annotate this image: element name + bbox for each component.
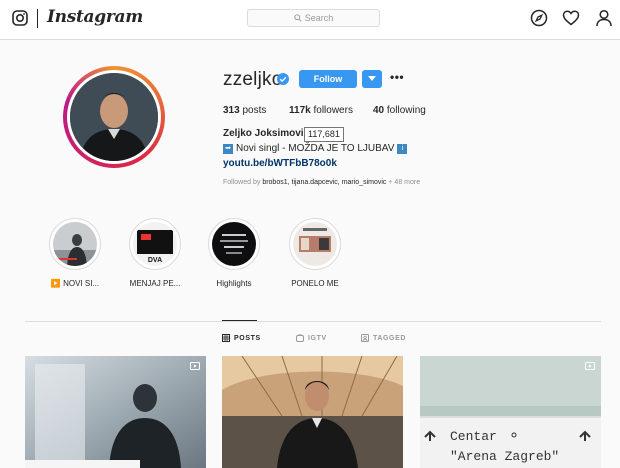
video-badge-icon (190, 362, 200, 370)
posts-count: 313 (223, 105, 240, 116)
post-thumbnail[interactable]: Centar "Arena Zagreb" (420, 356, 601, 468)
highlight-cover-image (212, 222, 256, 266)
tabs-divider (25, 321, 601, 322)
highlight-label: MENJAJ PE... (129, 279, 181, 288)
tab-igtv[interactable]: IGTV (296, 334, 327, 342)
following-label: following (386, 105, 426, 116)
bio-link[interactable]: youtu.be/bWTFbB78o0k (223, 158, 337, 169)
profile-full-name: Zeljko Joksimovic (223, 128, 310, 139)
tab-posts[interactable]: POSTS (222, 334, 261, 342)
logo-divider (37, 9, 38, 28)
search-placeholder: Search (304, 13, 334, 23)
profile-bio: ➡ Novi singl - MOŽDA JE TO LJUBAV i (223, 143, 410, 154)
search-input[interactable]: Search (247, 9, 380, 27)
active-tab-indicator (222, 320, 257, 321)
followed-by-line[interactable]: Followed by brobos1, tijana.dapcevic, ma… (223, 179, 420, 186)
search-icon (294, 14, 302, 22)
post-image (25, 356, 206, 468)
verified-badge-icon (277, 73, 289, 85)
suggested-accounts-dropdown-button[interactable] (362, 70, 382, 88)
followers-count: 117k (289, 105, 311, 116)
story-highlight[interactable]: PONELO ME (280, 218, 350, 288)
followers-exact-count-tooltip: 117,681 (304, 127, 344, 142)
tab-tagged-label: TAGGED (373, 334, 407, 342)
highlight-label: ▶️ NOVI SI... (50, 279, 100, 288)
profile-username: zzeljko (223, 69, 283, 90)
instagram-glyph-icon[interactable] (12, 10, 28, 26)
highlight-label: Highlights (216, 279, 252, 288)
more-options-icon[interactable]: ••• (390, 71, 404, 86)
story-highlight[interactable]: Highlights (199, 218, 269, 288)
posts-stat: 313 posts (223, 105, 266, 116)
arrow-right-emoji-icon: ➡ (223, 143, 233, 154)
highlight-cover-image: DVA (133, 222, 177, 266)
caret-down-icon (368, 76, 376, 81)
posts-label: posts (242, 105, 267, 116)
top-navigation-bar: Instagram Search (0, 0, 620, 40)
following-stat[interactable]: 40 following (373, 105, 426, 116)
follow-button[interactable]: Follow (299, 70, 357, 88)
followed-by-names: brobos1, tijana.dapcevic, mario_simovic (262, 179, 387, 186)
tab-tagged[interactable]: TAGGED (361, 334, 406, 342)
tab-posts-label: POSTS (234, 334, 261, 342)
avatar-photo (70, 73, 158, 161)
following-count: 40 (373, 105, 385, 116)
video-badge-icon (585, 362, 595, 370)
info-emoji-icon: i (397, 143, 408, 154)
highlight-cover-image (293, 222, 337, 266)
profile-avatar[interactable] (63, 66, 165, 168)
followed-by-prefix: Followed by (223, 179, 261, 186)
igtv-icon (296, 334, 304, 342)
post-image (222, 356, 403, 468)
svg-text:DVA: DVA (148, 257, 162, 264)
grid-icon (222, 334, 230, 342)
instagram-wordmark[interactable]: Instagram (47, 7, 143, 27)
post-thumbnail[interactable] (222, 356, 403, 468)
tab-igtv-label: IGTV (308, 334, 327, 342)
highlight-cover-image (53, 222, 97, 266)
sign-line-1: Centar (450, 429, 497, 444)
story-highlight[interactable]: ▶️ NOVI SI... (40, 218, 110, 288)
followed-by-more: + 48 more (388, 179, 421, 186)
compass-icon[interactable] (530, 9, 548, 27)
post-thumbnail[interactable] (25, 356, 206, 468)
highlight-label: PONELO ME (291, 279, 339, 288)
tag-icon (361, 334, 369, 342)
followers-stat[interactable]: 117k followers (289, 105, 353, 116)
heart-icon[interactable] (562, 9, 580, 27)
post-image: Centar "Arena Zagreb" (420, 356, 601, 468)
sign-line-2: "Arena Zagreb" (450, 449, 559, 464)
person-icon[interactable] (595, 9, 613, 27)
avatar-portrait-image (70, 73, 158, 161)
followers-label: followers (313, 105, 353, 116)
bio-text: Novi singl - MOŽDA JE TO LJUBAV (236, 143, 395, 154)
story-highlight[interactable]: DVA MENJAJ PE... (120, 218, 190, 288)
